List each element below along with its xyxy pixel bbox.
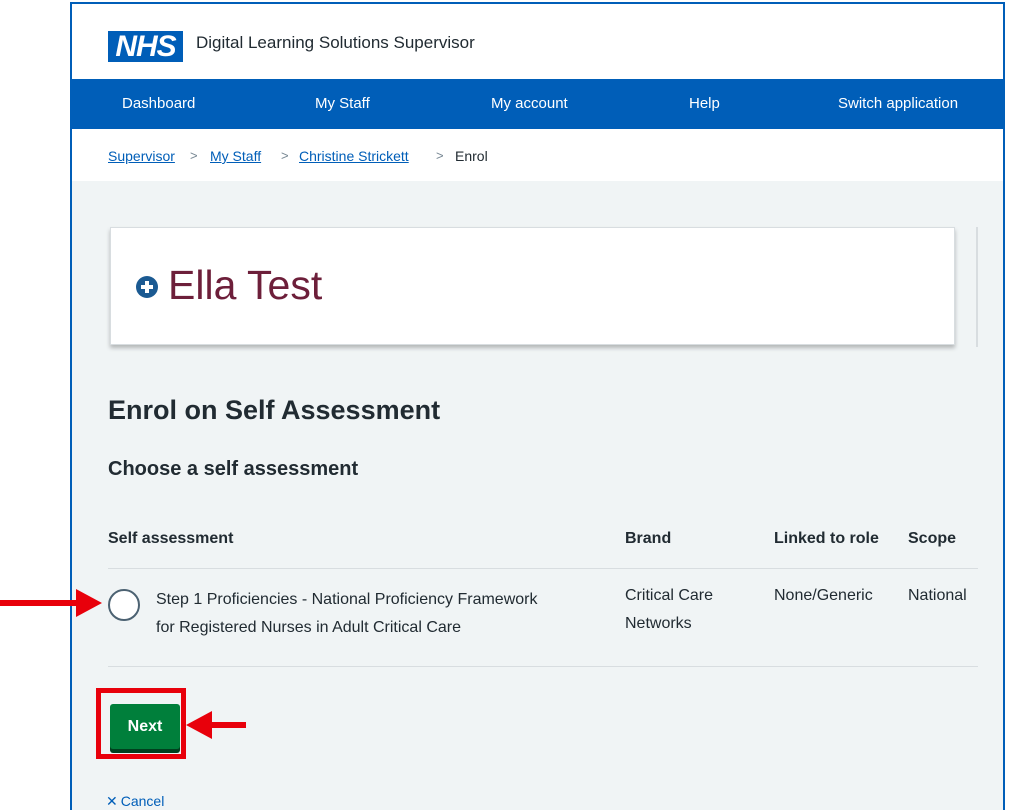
- breadcrumb-christine-strickett[interactable]: Christine Strickett: [299, 147, 409, 165]
- app-title: Digital Learning Solutions Supervisor: [196, 33, 475, 52]
- scope-cell: National: [908, 587, 967, 604]
- site-header: NHS Digital Learning Solutions Superviso…: [72, 4, 1003, 79]
- breadcrumb-separator: >: [281, 148, 289, 163]
- page-title: Enrol on Self Assessment: [108, 395, 441, 425]
- self-assessment-radio[interactable]: [108, 589, 140, 621]
- annotation-arrow-shaft: [210, 722, 246, 728]
- annotation-highlight-next: [96, 688, 186, 759]
- column-header-self-assessment: Self assessment: [108, 530, 234, 547]
- annotation-arrow-shaft: [0, 600, 78, 606]
- self-assessment-name-line-1: Step 1 Proficiencies - National Proficie…: [156, 591, 538, 608]
- plus-circle-icon: [136, 276, 158, 298]
- column-header-linked-to-role: Linked to role: [774, 530, 879, 547]
- column-header-brand: Brand: [625, 530, 672, 547]
- breadcrumb-separator: >: [436, 148, 444, 163]
- breadcrumb-separator: >: [190, 148, 198, 163]
- nav-item-help[interactable]: Help: [689, 79, 720, 129]
- cancel-link[interactable]: ✕ Cancel: [106, 792, 164, 810]
- nav-item-my-staff[interactable]: My Staff: [315, 79, 370, 129]
- brand-cell-line-2: Networks: [625, 615, 692, 632]
- nav-item-dashboard[interactable]: Dashboard: [122, 79, 195, 129]
- annotation-arrow-head: [186, 711, 212, 739]
- table-divider: [108, 666, 978, 667]
- centre-brand-banner: Ella Test: [110, 227, 955, 345]
- banner-divider: [976, 227, 978, 347]
- breadcrumb-current: Enrol: [455, 148, 488, 164]
- self-assessment-name-line-2: for Registered Nurses in Adult Critical …: [156, 619, 462, 636]
- linked-to-role-cell: None/Generic: [774, 587, 873, 604]
- page-subtitle: Choose a self assessment: [108, 458, 359, 480]
- annotation-arrow-head: [76, 589, 102, 617]
- close-icon: ✕: [106, 793, 118, 809]
- brand-cell: Critical Care Networks: [625, 582, 755, 638]
- table-divider: [108, 568, 978, 569]
- column-header-scope: Scope: [908, 530, 957, 547]
- breadcrumb-my-staff[interactable]: My Staff: [210, 147, 261, 165]
- nav-item-switch-application[interactable]: Switch application: [838, 79, 958, 129]
- nav-item-my-account[interactable]: My account: [491, 79, 568, 129]
- main-nav: Dashboard My Staff My account Help Switc…: [72, 79, 1003, 129]
- self-assessment-name: Step 1 Proficiencies - National Proficie…: [156, 586, 606, 642]
- nhs-logo[interactable]: NHS: [108, 31, 183, 62]
- cancel-label: Cancel: [120, 793, 165, 809]
- breadcrumb: Supervisor > My Staff > Christine Strick…: [72, 129, 1003, 181]
- breadcrumb-supervisor[interactable]: Supervisor: [108, 147, 175, 165]
- centre-brand-name: Ella Test: [168, 262, 323, 308]
- app-window: NHS Digital Learning Solutions Superviso…: [70, 2, 1005, 810]
- brand-cell-line-1: Critical Care: [625, 587, 714, 604]
